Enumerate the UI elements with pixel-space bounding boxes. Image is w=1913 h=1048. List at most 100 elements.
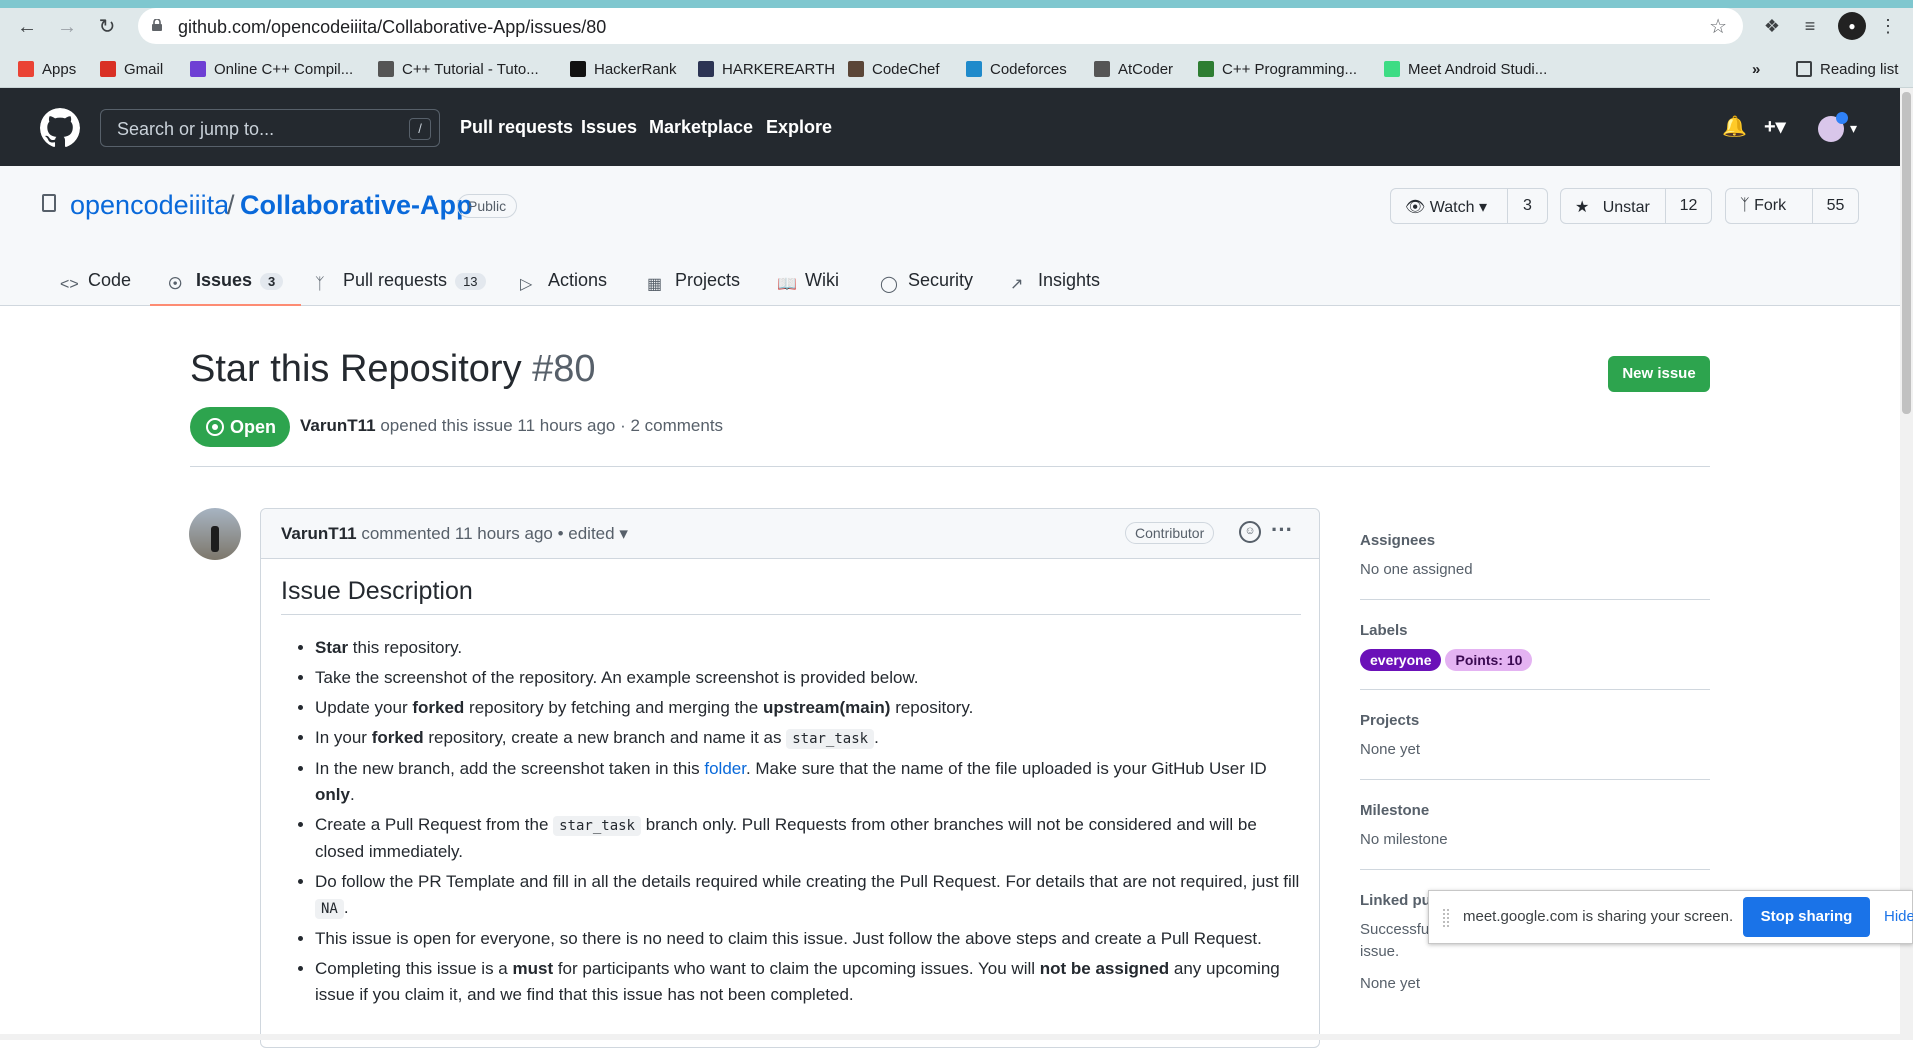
browser-menu-icon[interactable]: ⋮ (1874, 12, 1902, 40)
drag-handle-icon[interactable] (1443, 909, 1449, 927)
bookmark-item[interactable]: C++ Programming... (1198, 61, 1357, 78)
text-run: Completing this issue is a (315, 959, 513, 978)
comment-options-kebab-icon[interactable]: ··· (1271, 517, 1293, 543)
milestone-value: No milestone (1360, 831, 1448, 848)
hide-button[interactable]: Hide (1884, 908, 1913, 925)
reload-icon[interactable]: ↻ (94, 14, 120, 40)
bookmark-item[interactable]: Meet Android Studi... (1384, 61, 1547, 78)
code-icon: <> (60, 276, 79, 293)
comment-time[interactable]: commented 11 hours ago • edited (361, 524, 614, 543)
folder-link[interactable]: folder (704, 759, 746, 778)
diamond-icon (378, 61, 394, 77)
tab-label: Wiki (805, 270, 839, 290)
bookmark-item[interactable]: AtCoder (1094, 61, 1173, 78)
bold-text: upstream(main) (762, 698, 891, 717)
add-reaction-smiley-icon[interactable]: ☺ (1239, 521, 1261, 543)
bookmark-item[interactable]: CodeChef (848, 61, 940, 78)
assignees-section: Assignees No one assigned (1360, 508, 1710, 600)
tab-code[interactable]: <> Code (60, 256, 131, 306)
issue-author-link[interactable]: VarunT11 (300, 416, 376, 435)
new-issue-button[interactable]: New issue (1608, 356, 1710, 392)
label-badge[interactable]: everyone (1360, 649, 1442, 671)
tab-label: Insights (1038, 270, 1101, 290)
repo-forked-icon: ᛉ (1740, 197, 1750, 214)
issue-number: #80 (532, 348, 596, 390)
text-run: Take the screenshot of the repository. A… (315, 668, 919, 687)
forward-arrow-icon[interactable]: → (54, 14, 80, 40)
list-item: Star this repository. (315, 635, 1301, 661)
nav-explore[interactable]: Explore (766, 117, 832, 138)
tab-projects[interactable]: ▦ Projects (647, 256, 740, 306)
nav-issues[interactable]: Issues (581, 117, 637, 138)
tab-pull-requests[interactable]: ᛉ Pull requests 13 (315, 256, 486, 306)
repo-owner-link[interactable]: opencodeiiita (70, 190, 229, 221)
stop-sharing-button[interactable]: Stop sharing (1743, 897, 1870, 937)
projects-title[interactable]: Projects (1360, 712, 1710, 729)
bookmark-item[interactable]: Online C++ Compil... (190, 61, 353, 78)
bookmark-label: Gmail (124, 61, 164, 78)
labels-title[interactable]: Labels (1360, 622, 1710, 639)
global-search-input[interactable]: Search or jump to... / (100, 109, 440, 147)
star-count[interactable]: 12 (1665, 189, 1711, 223)
fork-button[interactable]: ᛉ Fork (1740, 197, 1786, 215)
label-badge[interactable]: Points: 10 (1445, 649, 1533, 671)
text-run: . (874, 728, 879, 747)
back-arrow-icon[interactable]: ← (14, 14, 40, 40)
bookmark-item[interactable]: HARKEREARTH (698, 61, 835, 78)
github-header: Search or jump to... / Pull requests Iss… (0, 88, 1900, 166)
bookmark-item[interactable]: Gmail (100, 61, 163, 78)
projects-section: Projects None yet (1360, 690, 1710, 780)
more-bookmarks-icon[interactable]: » (1752, 61, 1760, 78)
fork-button-group[interactable]: ᛉ Fork 55 (1725, 188, 1859, 224)
comment-author-avatar[interactable] (189, 508, 241, 560)
watch-button-group[interactable]: 👁 Watch ▾ 3 (1390, 188, 1548, 224)
nav-pull-requests[interactable]: Pull requests (460, 117, 573, 138)
milestone-title[interactable]: Milestone (1360, 802, 1710, 819)
fork-count[interactable]: 55 (1812, 189, 1858, 223)
edited-caret-icon[interactable]: ▾ (619, 524, 628, 543)
profile-avatar-icon[interactable]: ● (1838, 12, 1866, 40)
bookmark-item[interactable]: C++ Tutorial - Tuto... (378, 61, 539, 78)
horizontal-scrollbar[interactable] (0, 1034, 1900, 1040)
media-queue-icon[interactable]: ≡ (1796, 12, 1824, 40)
text-run: In the new branch, add the screenshot ta… (315, 759, 705, 778)
tab-actions[interactable]: ▷ Actions (520, 256, 607, 306)
search-placeholder: Search or jump to... (117, 119, 275, 139)
tab-security[interactable]: ◯ Security (880, 256, 973, 306)
bookmark-item[interactable]: HackerRank (570, 61, 677, 78)
bookmark-label: Codeforces (990, 61, 1067, 78)
reading-list-button[interactable]: Reading list (1796, 61, 1898, 78)
github-logo-icon[interactable] (40, 108, 80, 148)
repo-name-link[interactable]: Collaborative-App (240, 190, 473, 221)
watch-count[interactable]: 3 (1507, 189, 1547, 223)
comment-author-link[interactable]: VarunT11 (281, 524, 357, 543)
watch-button[interactable]: 👁 Watch ▾ (1405, 197, 1487, 217)
user-menu-caret-icon[interactable]: ▾ (1850, 120, 1857, 137)
tab-wiki[interactable]: 📖 Wiki (777, 256, 839, 306)
apps-grid-icon (18, 61, 34, 77)
nav-marketplace[interactable]: Marketplace (649, 117, 753, 138)
bookmark-label: Online C++ Compil... (214, 61, 354, 78)
inline-code: NA (315, 899, 344, 919)
watch-label: Watch (1429, 199, 1475, 216)
bookmark-item[interactable]: Apps (18, 61, 76, 78)
star-button-group[interactable]: ★ Unstar 12 (1560, 188, 1712, 224)
atcoder-icon (1094, 61, 1110, 77)
notifications-bell-icon[interactable]: 🔔 (1722, 114, 1747, 139)
bookmark-star-icon[interactable]: ☆ (1709, 14, 1727, 39)
extensions-puzzle-icon[interactable]: ❖ (1758, 12, 1786, 40)
tab-insights[interactable]: ↗ Insights (1010, 256, 1100, 306)
bookmark-label: Meet Android Studi... (1408, 61, 1548, 78)
url-text[interactable]: github.com/opencodeiiita/Collaborative-A… (178, 17, 606, 38)
bookmark-item[interactable]: Codeforces (966, 61, 1067, 78)
create-new-plus-icon[interactable]: +▾ (1764, 114, 1786, 139)
bold-text: forked (412, 698, 465, 717)
assignees-value: No one assigned (1360, 561, 1473, 578)
unstar-button[interactable]: ★ Unstar (1575, 197, 1650, 217)
scrollbar-thumb[interactable] (1902, 92, 1911, 414)
address-bar[interactable]: github.com/opencodeiiita/Collaborative-A… (138, 8, 1743, 44)
list-item: This issue is open for everyone, so ther… (315, 926, 1301, 952)
tab-issues[interactable]: ☉ Issues 3 (150, 256, 302, 306)
hackerearth-icon (698, 61, 714, 77)
assignees-title[interactable]: Assignees (1360, 532, 1710, 549)
